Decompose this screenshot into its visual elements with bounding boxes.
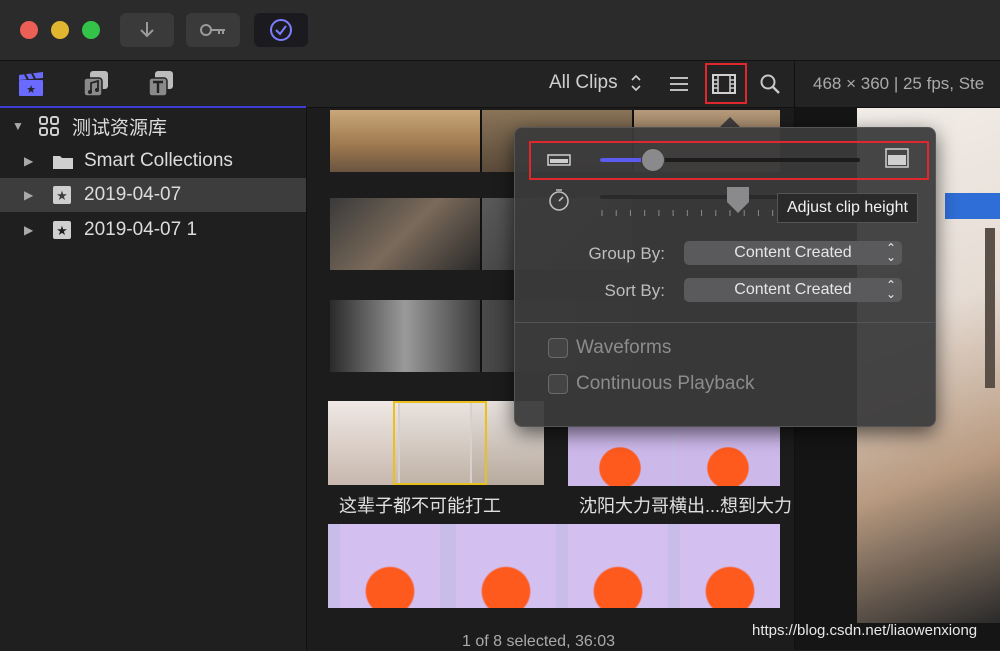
- libraries-sidebar: ▼ 测试资源库 ▶ Smart Collections ▶ ★ 2019-04-…: [0, 108, 307, 650]
- clip-label: 这辈子都不可能打工: [339, 496, 501, 516]
- star-event-icon: ★: [53, 186, 71, 204]
- clip-frame: [568, 426, 672, 486]
- sidebar-item-event[interactable]: ▶ ★ 2019-04-07: [0, 178, 306, 212]
- folder-icon: [53, 156, 73, 169]
- sidebar-item-label: 2019-04-07: [84, 184, 182, 205]
- sidebar-item-label: Smart Collections: [84, 150, 233, 171]
- clip-filmstrip[interactable]: [328, 524, 780, 608]
- clip-frame: [330, 300, 480, 372]
- clip-frame: [330, 110, 480, 172]
- disclosure-triangle-open-icon[interactable]: ▼: [12, 119, 24, 133]
- chevron-updown-icon: [631, 74, 641, 92]
- group-by-popup[interactable]: Content Created ⌃ ⌄: [684, 241, 902, 265]
- zoom-window-button[interactable]: [82, 21, 100, 39]
- highlight-box-slider: [529, 141, 929, 180]
- clip-label: 沈阳大力哥横出...想到大力: [579, 496, 791, 516]
- clip-selection-border: [393, 401, 487, 485]
- clip-frame: [456, 524, 556, 608]
- music-icon: [83, 71, 108, 97]
- waveforms-checkbox[interactable]: [548, 338, 568, 358]
- viewer-frame-detail: [985, 228, 995, 388]
- sidebar-item-smart-collections[interactable]: ▶ Smart Collections: [0, 144, 306, 178]
- divider: [515, 322, 935, 323]
- chevron-updown-icon: ⌃ ⌄: [885, 278, 896, 301]
- svg-text:★: ★: [26, 83, 36, 96]
- svg-text:★: ★: [56, 189, 68, 204]
- clip-filmstrip[interactable]: [328, 401, 544, 485]
- title-bar: [0, 0, 1000, 61]
- library-row[interactable]: ▼ 测试资源库: [0, 109, 306, 143]
- checkmark-circle-icon: [270, 19, 292, 41]
- disclosure-triangle-closed-icon[interactable]: ▶: [24, 223, 33, 237]
- libraries-tab[interactable]: ★: [16, 69, 46, 99]
- group-by-label: Group By:: [588, 244, 665, 263]
- clip-filmstrip[interactable]: [568, 426, 780, 486]
- viewer-frame-detail: [945, 193, 1000, 219]
- sidebar-item-event[interactable]: ▶ ★ 2019-04-07 1: [0, 213, 306, 247]
- minimize-window-button[interactable]: [51, 21, 69, 39]
- library-name: 测试资源库: [72, 117, 168, 139]
- clip-frame: [328, 401, 398, 485]
- group-by-value: Content Created: [734, 244, 852, 261]
- svg-text:★: ★: [56, 224, 68, 239]
- sort-by-value: Content Created: [734, 281, 852, 298]
- key-icon: [200, 24, 225, 36]
- star-event-icon: ★: [53, 221, 71, 239]
- list-view-icon: [670, 77, 688, 91]
- continuous-playback-label: Continuous Playback: [576, 373, 755, 394]
- disclosure-triangle-closed-icon[interactable]: ▶: [24, 154, 33, 168]
- clip-frame: [330, 198, 480, 270]
- photos-audio-tab[interactable]: [81, 69, 111, 99]
- library-icon: [39, 116, 59, 136]
- clip-frame: [340, 524, 440, 608]
- search-icon: [760, 74, 780, 94]
- stopwatch-icon: [549, 189, 569, 211]
- watermark: https://blog.csdn.net/liaowenxiong: [752, 622, 978, 639]
- waveforms-label: Waveforms: [576, 337, 672, 358]
- sort-by-label: Sort By:: [604, 281, 665, 300]
- titles-icon: [148, 71, 173, 97]
- keyword-button[interactable]: [186, 13, 240, 47]
- disclosure-triangle-closed-icon[interactable]: ▶: [24, 188, 33, 202]
- down-arrow-icon: [140, 22, 154, 38]
- sidebar-item-label: 2019-04-07 1: [84, 219, 198, 240]
- import-button[interactable]: [120, 13, 174, 47]
- continuous-playback-checkbox[interactable]: [548, 374, 568, 394]
- clip-frame: [676, 426, 780, 486]
- format-info: 468 × 360 | 25 fps, Ste: [813, 74, 985, 93]
- close-window-button[interactable]: [20, 21, 38, 39]
- background-tasks-button[interactable]: [254, 13, 308, 47]
- selection-status: 1 of 8 selected, 36:03: [462, 633, 615, 650]
- sort-by-popup[interactable]: Content Created ⌃ ⌄: [684, 278, 902, 302]
- list-view-button[interactable]: [664, 69, 694, 99]
- highlight-box-filmstrip: [705, 63, 747, 104]
- titles-generators-tab[interactable]: [146, 69, 176, 99]
- chevron-updown-icon: ⌃ ⌄: [885, 241, 896, 264]
- clapper-icon: ★: [19, 72, 43, 96]
- search-button[interactable]: [755, 69, 785, 99]
- clip-filter-popup[interactable]: All Clips: [549, 72, 618, 94]
- clip-frame: [680, 524, 780, 608]
- tooltip: Adjust clip height: [777, 193, 918, 223]
- clip-frame: [568, 524, 668, 608]
